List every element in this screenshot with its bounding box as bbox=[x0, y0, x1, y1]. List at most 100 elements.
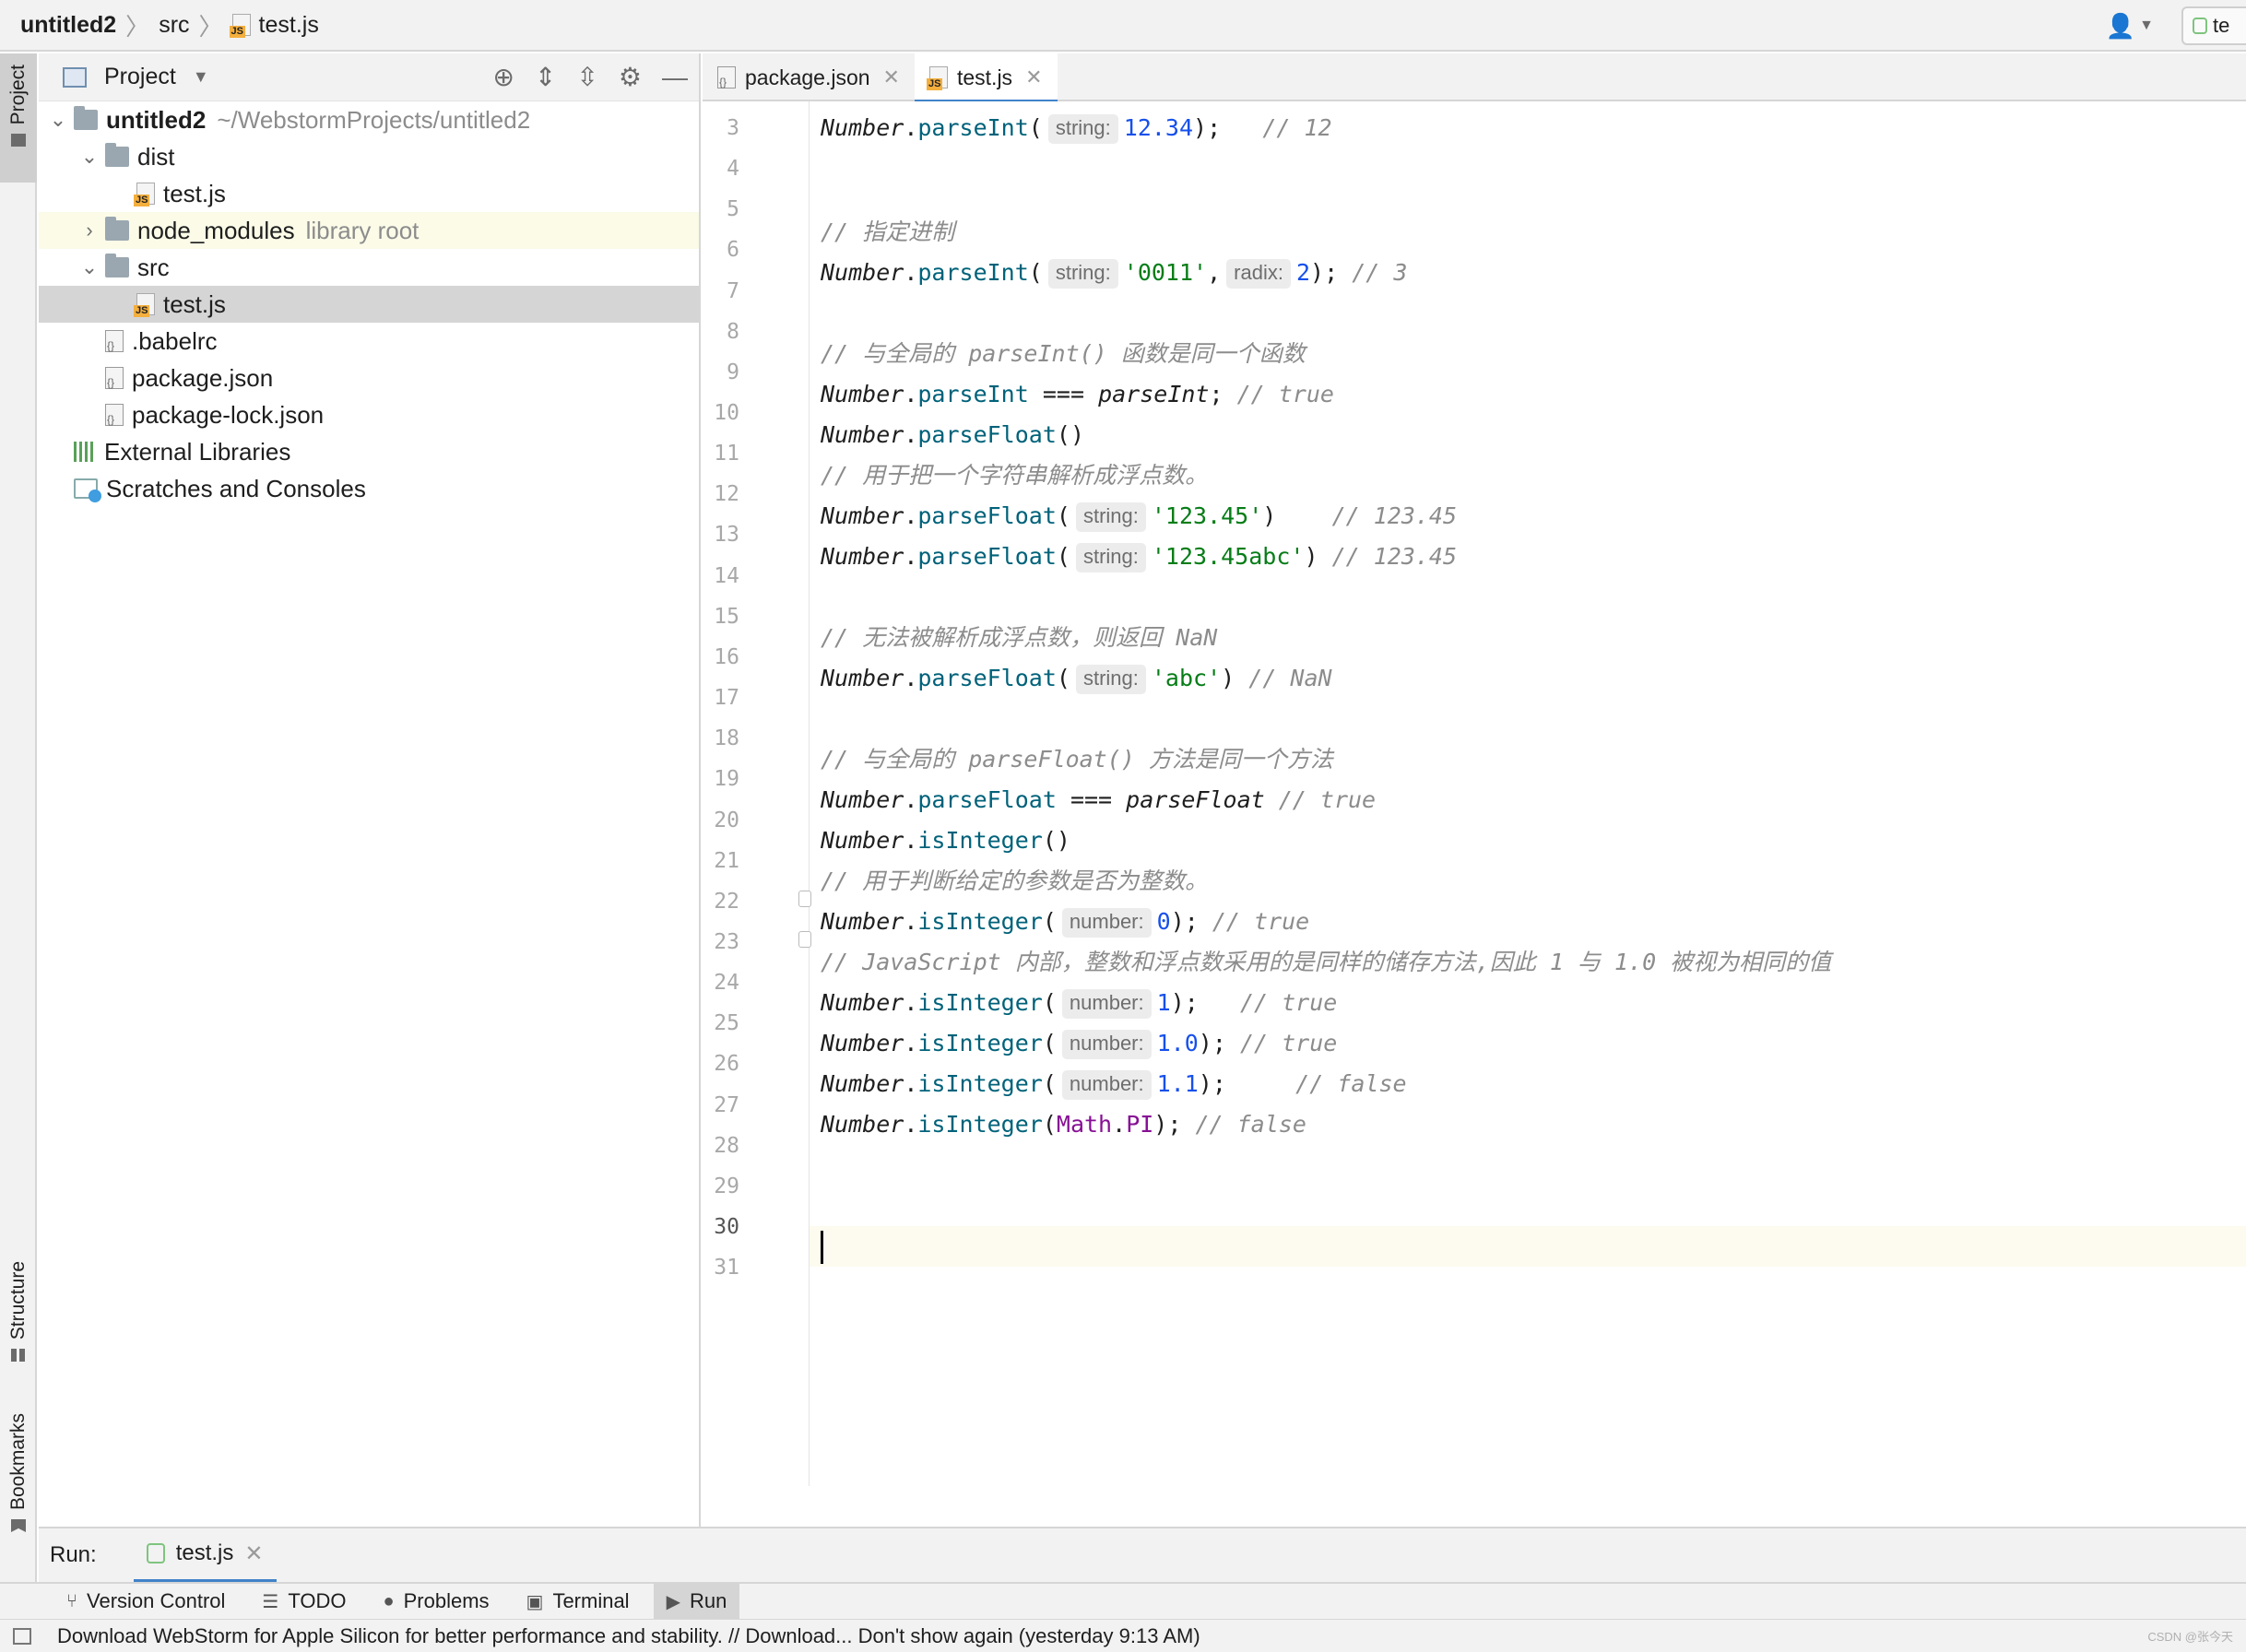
breadcrumb-file[interactable]: test.js bbox=[259, 12, 319, 39]
locate-file-icon[interactable]: ⊕ bbox=[492, 65, 514, 90]
fold-marker-icon[interactable] bbox=[798, 891, 811, 907]
code-line[interactable]: Number.parseInt === parseInt; // true bbox=[821, 374, 2246, 415]
tool-terminal[interactable]: ▣ Terminal bbox=[514, 1583, 643, 1620]
code-line[interactable]: Number.parseFloat(string:'abc') // NaN bbox=[821, 658, 2246, 699]
current-line[interactable] bbox=[810, 1226, 2246, 1267]
line-number[interactable]: 11 bbox=[703, 433, 739, 474]
tree-item[interactable]: External Libraries bbox=[39, 433, 699, 470]
code-line[interactable]: Number.parseFloat(string: '123.45') // 12… bbox=[821, 496, 2246, 537]
close-icon[interactable]: ✕ bbox=[1025, 65, 1042, 89]
project-view-selector[interactable]: Project bbox=[104, 64, 176, 90]
tree-item[interactable]: package.json bbox=[39, 360, 699, 396]
breadcrumb-project[interactable]: untitled2 bbox=[20, 12, 116, 39]
fold-marker-icon[interactable] bbox=[798, 931, 811, 948]
chevron-down-icon[interactable]: ▼ bbox=[193, 67, 209, 87]
status-message[interactable]: Download WebStorm for Apple Silicon for … bbox=[57, 1624, 1200, 1648]
tree-item[interactable]: test.js bbox=[39, 286, 699, 323]
code-line[interactable]: // 用于把一个字符串解析成浮点数。 bbox=[821, 455, 2246, 496]
line-number[interactable]: 8 bbox=[703, 312, 739, 352]
tool-problems[interactable]: ● Problems bbox=[371, 1583, 502, 1620]
tree-item[interactable]: Scratches and Consoles bbox=[39, 470, 699, 507]
tree-item[interactable]: package-lock.json bbox=[39, 396, 699, 433]
code-line[interactable]: Number.parseInt(string: '0011', radix: 2); … bbox=[821, 253, 2246, 293]
line-number[interactable]: 28 bbox=[703, 1126, 739, 1166]
run-configuration-selector[interactable]: te bbox=[2181, 6, 2246, 45]
code-line[interactable]: Number.isInteger(number: 0); // true bbox=[821, 902, 2246, 942]
collapse-all-icon[interactable]: ⇳ bbox=[576, 65, 597, 90]
code-comment: // 与全局的 parseInt() 函数是同一个函数 bbox=[821, 340, 1306, 367]
tool-tab-bookmarks[interactable]: Bookmarks bbox=[0, 1413, 37, 1533]
line-number[interactable]: 31 bbox=[703, 1247, 739, 1288]
tool-tab-structure[interactable]: Structure bbox=[0, 1261, 37, 1363]
code-line[interactable]: // 与全局的 parseInt() 函数是同一个函数 bbox=[821, 334, 2246, 374]
line-number[interactable]: 18 bbox=[703, 718, 739, 759]
close-icon[interactable]: ✕ bbox=[883, 65, 900, 89]
code-line[interactable]: // 用于判断给定的参数是否为整数。 bbox=[821, 861, 2246, 902]
code-line[interactable]: // 与全局的 parseFloat() 方法是同一个方法 bbox=[821, 739, 2246, 780]
line-number[interactable]: 19 bbox=[703, 759, 739, 799]
editor-tab-bar: package.json ✕ test.js ✕ bbox=[703, 53, 2246, 103]
tree-item[interactable]: ⌄ untitled2 ~/WebstormProjects/untitled2 bbox=[39, 101, 699, 138]
line-number[interactable]: 6 bbox=[703, 230, 739, 270]
line-number[interactable]: 22 bbox=[703, 881, 739, 922]
line-number[interactable]: 24 bbox=[703, 962, 739, 1003]
line-number[interactable]: 5 bbox=[703, 189, 739, 230]
code-line[interactable]: // JavaScript 内部，整数和浮点数采用的是同样的储存方法,因此 1 … bbox=[821, 942, 2246, 983]
hide-icon[interactable]: — bbox=[662, 65, 688, 90]
line-number[interactable]: 9 bbox=[703, 352, 739, 393]
tree-item[interactable]: ⌄ src bbox=[39, 249, 699, 286]
line-number[interactable]: 14 bbox=[703, 556, 739, 596]
chevron-down-icon[interactable]: ⌄ bbox=[79, 255, 100, 279]
line-number[interactable]: 29 bbox=[703, 1166, 739, 1207]
line-number[interactable]: 12 bbox=[703, 474, 739, 514]
line-number-gutter[interactable]: 3 4 5 6 7 8 9 10 11 12 13 14 15 16 17 18 19 20 21 22 23 24 25 2… bbox=[703, 101, 810, 1486]
line-number[interactable]: 3 bbox=[703, 108, 739, 148]
tool-todo[interactable]: ☰ TODO bbox=[249, 1583, 359, 1620]
chevron-right-icon[interactable]: › bbox=[79, 218, 100, 242]
line-number[interactable]: 20 bbox=[703, 800, 739, 841]
tool-run[interactable]: ▶ Run bbox=[653, 1583, 740, 1620]
code-line[interactable]: Number.isInteger(number: 1.1); // false bbox=[821, 1064, 2246, 1104]
line-number[interactable]: 21 bbox=[703, 841, 739, 881]
code-line[interactable]: Number.parseFloat === parseFloat // true bbox=[821, 780, 2246, 820]
line-number[interactable]: 23 bbox=[703, 922, 739, 962]
chevron-down-icon[interactable]: ⌄ bbox=[79, 145, 100, 169]
code-line[interactable]: // 指定进制 bbox=[821, 212, 2246, 253]
run-tab-test-js[interactable]: test.js ✕ bbox=[133, 1528, 277, 1583]
tree-item[interactable]: .babelrc bbox=[39, 323, 699, 360]
code-line[interactable]: Number.parseFloat(string: '123.45abc') //… bbox=[821, 537, 2246, 577]
code-line[interactable]: Number.isInteger(number: 1); // true bbox=[821, 983, 2246, 1023]
gear-icon[interactable]: ⚙ bbox=[619, 65, 642, 90]
toggle-tool-windows-icon[interactable] bbox=[13, 1627, 31, 1645]
line-number[interactable]: 13 bbox=[703, 514, 739, 555]
tree-item[interactable]: ⌄ dist bbox=[39, 138, 699, 175]
tab-test-js[interactable]: test.js ✕ bbox=[914, 53, 1058, 103]
line-number[interactable]: 27 bbox=[703, 1085, 739, 1126]
breadcrumb-folder[interactable]: src bbox=[159, 12, 189, 39]
tree-item[interactable]: › node_modules library root bbox=[39, 212, 699, 249]
line-number[interactable]: 26 bbox=[703, 1044, 739, 1084]
code-line[interactable]: Number.parseFloat() bbox=[821, 415, 2246, 455]
chevron-down-icon[interactable]: ⌄ bbox=[48, 108, 68, 132]
tool-tab-project[interactable]: Project bbox=[0, 53, 37, 183]
line-number[interactable]: 16 bbox=[703, 637, 739, 678]
code-line[interactable]: Number.parseInt(string: 12.34); // 12 bbox=[821, 108, 2246, 148]
user-menu-button[interactable]: 👤 ▼ bbox=[2106, 12, 2154, 41]
tree-item[interactable]: test.js bbox=[39, 175, 699, 212]
line-number[interactable]: 4 bbox=[703, 148, 739, 189]
line-number[interactable]: 10 bbox=[703, 393, 739, 433]
tab-package-json[interactable]: package.json ✕ bbox=[703, 53, 915, 101]
expand-all-icon[interactable]: ⇕ bbox=[535, 65, 556, 90]
tool-version-control[interactable]: ⑂ Version Control bbox=[53, 1583, 238, 1620]
code-editor[interactable]: 3 4 5 6 7 8 9 10 11 12 13 14 15 16 17 18 19 20 21 22 23 24 25 2… bbox=[703, 101, 2246, 1486]
code-line[interactable]: Number.isInteger(Math.PI); // false bbox=[821, 1104, 2246, 1145]
line-number[interactable]: 25 bbox=[703, 1003, 739, 1044]
line-number[interactable]: 17 bbox=[703, 678, 739, 718]
line-number[interactable]: 7 bbox=[703, 271, 739, 312]
code-line[interactable]: Number.isInteger() bbox=[821, 820, 2246, 861]
code-line[interactable]: // 无法被解析成浮点数，则返回 NaN bbox=[821, 618, 2246, 658]
line-number[interactable]: 30 bbox=[703, 1207, 739, 1247]
line-number[interactable]: 15 bbox=[703, 596, 739, 637]
code-line[interactable]: Number.isInteger(number: 1.0); // true bbox=[821, 1023, 2246, 1064]
close-icon[interactable]: ✕ bbox=[244, 1540, 263, 1567]
